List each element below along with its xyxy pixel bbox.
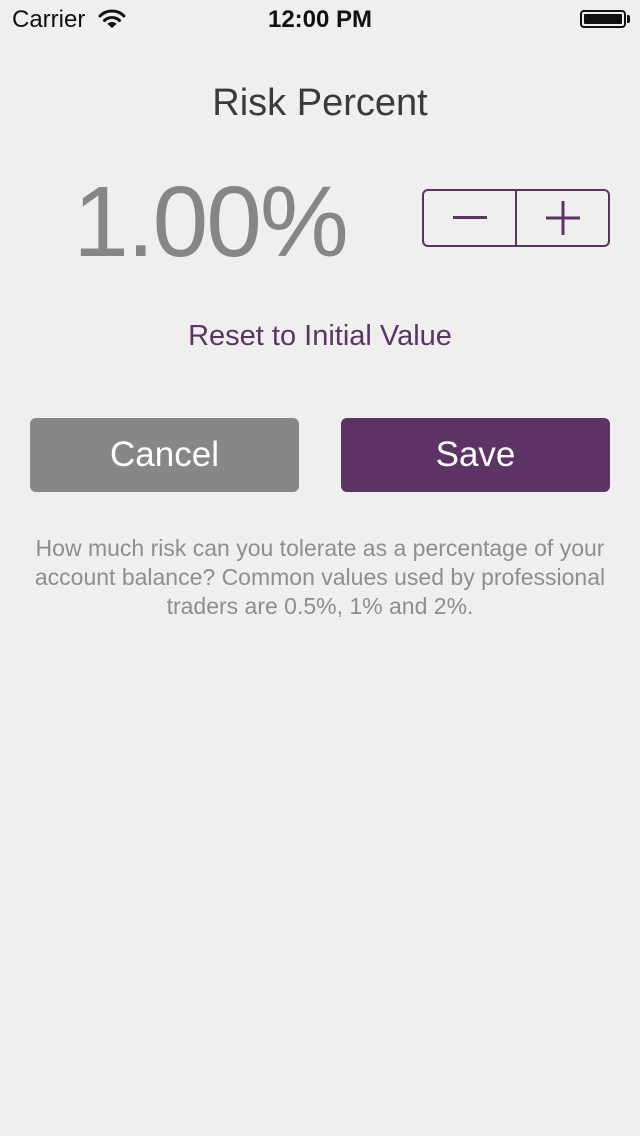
battery-level [584, 14, 622, 24]
decrement-button[interactable] [424, 191, 515, 245]
cancel-button[interactable]: Cancel [30, 418, 299, 492]
status-time: 12:00 PM [267, 6, 373, 33]
risk-value: 1.00% [73, 166, 349, 278]
page-title: Risk Percent [212, 82, 428, 124]
save-button[interactable]: Save [341, 418, 610, 492]
plus-icon [545, 201, 580, 235]
battery-tip [627, 15, 630, 23]
status-bar: Carrier 12:00 PM [0, 0, 640, 40]
increment-button[interactable] [517, 191, 608, 245]
reset-link[interactable]: Reset to Initial Value [0, 320, 640, 353]
minus-icon [452, 216, 487, 220]
help-text: How much risk can you tolerate as a perc… [34, 535, 606, 619]
battery-icon [580, 10, 626, 28]
risk-stepper[interactable] [422, 189, 610, 247]
